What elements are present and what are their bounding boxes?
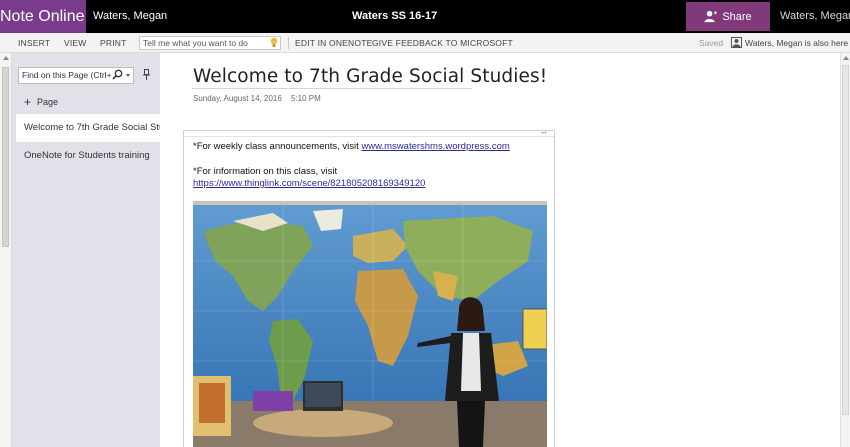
announcements-link[interactable]: www.mswatershms.wordpress.com bbox=[361, 141, 509, 152]
page-navigation-pane bbox=[12, 53, 160, 447]
page-title[interactable]: Welcome to 7th Grade Social Studies! bbox=[193, 66, 547, 87]
top-bar: Note Online Waters, Megan Waters SS 16-1… bbox=[0, 0, 850, 33]
edit-in-onenote-button[interactable]: EDIT IN ONENOTE bbox=[295, 33, 372, 53]
title-underline bbox=[192, 88, 472, 89]
tab-insert[interactable]: INSERT bbox=[18, 33, 50, 53]
scrollbar-thumb[interactable] bbox=[842, 65, 849, 415]
find-placeholder: Find on this Page (Ctrl+F) bbox=[22, 70, 120, 80]
presence-indicator[interactable]: Waters, Megan is also here ▾ bbox=[745, 33, 850, 53]
left-scrollbar[interactable] bbox=[0, 53, 12, 447]
share-label: Share bbox=[722, 10, 752, 23]
add-page-label: Page bbox=[37, 97, 59, 107]
page-item-onenote-training[interactable]: OneNote for Students training bbox=[16, 142, 160, 170]
ribbon: INSERT VIEW PRINT Tell me what you want … bbox=[0, 33, 850, 53]
chevron-down-icon[interactable] bbox=[126, 74, 130, 77]
classroom-world-map-photo[interactable] bbox=[193, 201, 547, 447]
add-page-button[interactable]: + Page bbox=[24, 96, 58, 109]
right-scrollbar[interactable] bbox=[840, 53, 850, 447]
tab-view[interactable]: VIEW bbox=[64, 33, 87, 53]
add-person-icon bbox=[704, 10, 718, 23]
tell-me-placeholder: Tell me what you want to do bbox=[143, 38, 248, 48]
person-icon bbox=[731, 37, 742, 48]
tab-print[interactable]: PRINT bbox=[100, 33, 127, 53]
notebook-title: Waters SS 16-17 bbox=[352, 10, 438, 22]
saved-status: Saved bbox=[699, 38, 724, 48]
resize-arrows-icon[interactable]: ↔ bbox=[540, 128, 548, 136]
plus-icon: + bbox=[24, 95, 32, 109]
page-time: 5:10 PM bbox=[291, 94, 321, 103]
presence-text: Waters, Megan is also here bbox=[745, 38, 849, 48]
scroll-up-arrow-icon[interactable] bbox=[3, 56, 9, 60]
pin-icon[interactable] bbox=[142, 69, 151, 80]
notebook-owner[interactable]: Waters, Megan bbox=[93, 0, 167, 33]
thinglink-link[interactable]: https://www.thinglink.com/scene/82180520… bbox=[193, 178, 425, 189]
tell-me-input[interactable]: Tell me what you want to do bbox=[139, 36, 281, 50]
app-name[interactable]: Note Online bbox=[0, 0, 86, 33]
note-container-handle[interactable] bbox=[184, 131, 554, 137]
lightbulb-icon bbox=[270, 37, 278, 47]
give-feedback-button[interactable]: GIVE FEEDBACK TO MICROSOFT bbox=[372, 33, 513, 53]
note-text: *For weekly class announcements, visit bbox=[193, 141, 362, 152]
share-button[interactable]: Share bbox=[686, 2, 770, 31]
note-line-announcements[interactable]: *For weekly class announcements, visit w… bbox=[193, 141, 510, 152]
scroll-up-arrow-icon[interactable] bbox=[843, 56, 849, 60]
page-date: Sunday, August 14, 2016 bbox=[193, 94, 282, 103]
note-line-information[interactable]: *For information on this class, visit bbox=[193, 166, 337, 177]
ribbon-divider bbox=[288, 37, 289, 49]
page-item-welcome[interactable]: Welcome to 7th Grade Social Studies! bbox=[16, 114, 160, 142]
search-icon[interactable] bbox=[112, 69, 123, 80]
user-account[interactable]: Waters, Megan bbox=[780, 0, 850, 33]
scrollbar-thumb[interactable] bbox=[2, 67, 9, 247]
